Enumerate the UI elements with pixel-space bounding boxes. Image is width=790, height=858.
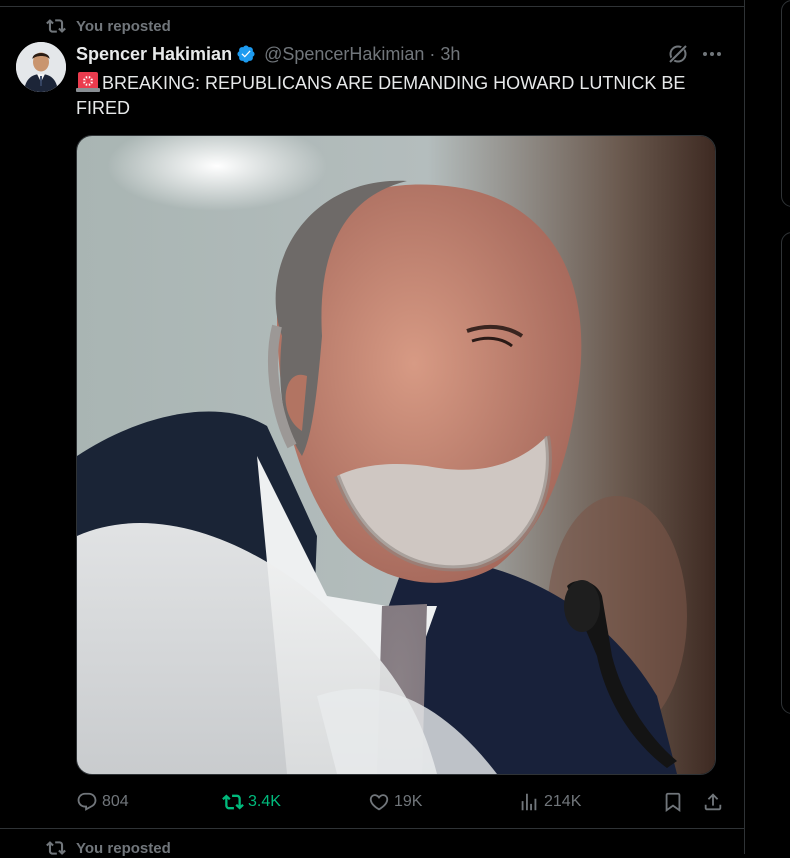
heart-icon [369,794,389,811]
author-name[interactable]: Spencer Hakimian [76,44,232,65]
repost-button[interactable]: 3.4K [222,788,281,816]
repost-context[interactable]: You reposted [46,16,171,36]
bookmark-icon[interactable] [662,791,684,813]
tweet-text-content: BREAKING: REPUBLICANS ARE DEMANDING HOWA… [76,73,686,118]
divider [0,828,744,829]
divider [0,6,744,7]
repost-context-label: You reposted [76,17,171,35]
reply-count: 804 [102,793,129,810]
sidebar-card [781,232,790,714]
author-handle[interactable]: @SpencerHakimian [264,44,424,65]
like-count: 19K [394,793,423,810]
repost-icon [222,794,244,810]
avatar[interactable] [16,42,66,92]
reply-button[interactable]: 804 [76,788,129,816]
views-chart-icon [521,793,537,811]
rotating-light-icon [76,72,100,92]
tweet-photo[interactable] [76,135,716,775]
tweet-actions: 804 3.4K 19K 214K [76,788,726,816]
like-button[interactable]: 19K [368,788,422,816]
reply-icon [77,792,97,811]
avatar-image [16,42,66,92]
timeline-column: You reposted Spencer Hakimian @SpencerHa… [0,0,745,857]
sidebar-card [781,0,790,207]
more-options-icon[interactable] [700,42,724,66]
views-count: 214K [544,793,582,810]
share-icon[interactable] [702,791,724,813]
separator-dot: · [429,43,436,64]
next-repost-context[interactable]: You reposted [46,838,171,858]
repost-icon [46,19,66,33]
repost-icon [46,841,66,855]
verified-badge-icon[interactable] [236,44,256,64]
timestamp[interactable]: 3h [440,44,460,65]
grok-icon[interactable] [666,42,690,66]
photo-image [77,136,715,774]
views-button[interactable]: 214K [518,788,581,816]
repost-count: 3.4K [248,793,281,810]
tweet-header: Spencer Hakimian @SpencerHakimian · 3h [76,42,460,66]
tweet-text: BREAKING: REPUBLICANS ARE DEMANDING HOWA… [76,70,716,121]
